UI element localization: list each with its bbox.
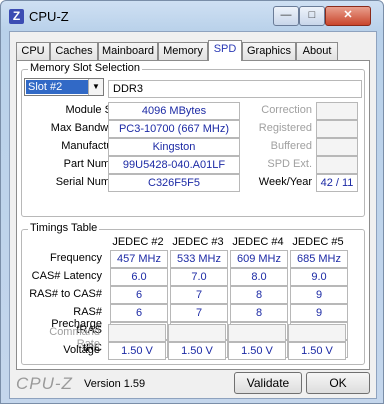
tab-memory[interactable]: Memory	[158, 42, 208, 60]
client-area: CPU Caches Mainboard Memory SPD Graphics…	[9, 31, 377, 399]
module-size-value: 4096 MBytes	[108, 102, 240, 120]
timing-cell: 1.50 V	[288, 342, 346, 360]
memory-type-field: DDR3	[108, 80, 362, 98]
timing-cell	[228, 324, 286, 342]
maximize-icon: □	[308, 9, 316, 21]
version-label: Version 1.59	[84, 378, 146, 390]
tab-spd[interactable]: SPD	[208, 40, 242, 61]
slot-select-value: Slot #2	[26, 80, 88, 94]
tab-cpu[interactable]: CPU	[16, 42, 50, 60]
tab-graphics[interactable]: Graphics	[242, 42, 296, 60]
week-year-label: Week/Year	[258, 176, 312, 188]
close-icon: ✕	[343, 9, 353, 21]
spd-ext-value	[316, 156, 358, 174]
manufacturer-value: Kingston	[108, 138, 240, 156]
ok-button[interactable]: OK	[306, 372, 370, 394]
serial-number-value: C326F5F5	[108, 174, 240, 192]
timing-cell: 1.50 V	[168, 342, 226, 360]
registered-label: Registered	[258, 122, 312, 134]
timing-cell	[168, 324, 226, 342]
tab-about[interactable]: About	[296, 42, 338, 60]
close-button[interactable]: ✕	[325, 6, 371, 26]
timing-cell: 1.50 V	[108, 342, 166, 360]
week-year-value: 42 / 11	[316, 174, 358, 192]
memory-slot-group-title: Memory Slot Selection	[28, 62, 143, 74]
spd-ext-label: SPD Ext.	[267, 158, 312, 170]
timing-cell	[108, 324, 166, 342]
minimize-icon: —	[280, 9, 292, 21]
part-number-value: 99U5428-040.A01LF	[108, 156, 240, 174]
buffered-value	[316, 138, 358, 156]
correction-label: Correction	[261, 104, 312, 116]
chevron-down-icon[interactable]: ▼	[88, 79, 103, 95]
registered-value	[316, 120, 358, 138]
tab-mainboard[interactable]: Mainboard	[98, 42, 158, 60]
timing-cell	[288, 324, 346, 342]
cpuz-window: Z CPU-Z — □ ✕ CPU Caches Mainboard Memor…	[0, 0, 384, 404]
max-bandwidth-value: PC3-10700 (667 MHz)	[108, 120, 240, 138]
window-title: CPU-Z	[29, 9, 69, 24]
correction-value	[316, 102, 358, 120]
tab-caches[interactable]: Caches	[50, 42, 98, 60]
validate-button[interactable]: Validate	[234, 372, 302, 394]
title-bar[interactable]: Z CPU-Z — □ ✕	[1, 1, 383, 31]
memory-slot-group: Memory Slot Selection Slot #2 ▼ DDR3 Mod…	[21, 62, 365, 217]
cpuz-footer-logo: CPU-Z	[16, 374, 73, 393]
timing-cell: 1.50 V	[228, 342, 286, 360]
timings-extra-values: 1.50 V 1.50 V 1.50 V 1.50 V	[20, 228, 366, 368]
minimize-button[interactable]: —	[273, 6, 299, 26]
buffered-label: Buffered	[270, 140, 312, 152]
maximize-button[interactable]: □	[299, 6, 325, 26]
slot-select[interactable]: Slot #2 ▼	[24, 78, 104, 96]
cpuz-logo-icon: Z	[9, 9, 24, 24]
